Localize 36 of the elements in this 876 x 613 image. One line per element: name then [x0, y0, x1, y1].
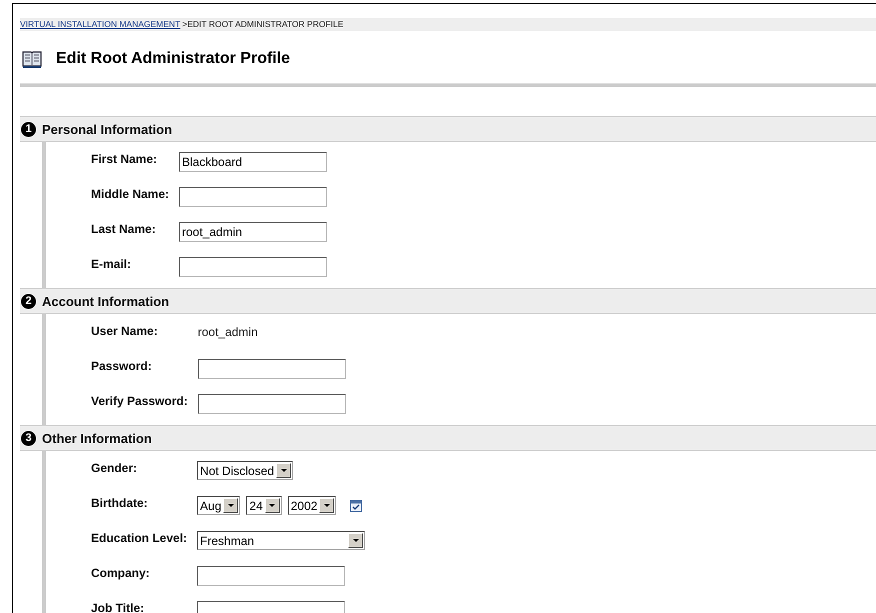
field-value: root_admin — [198, 324, 258, 338]
field-label: Verify Password: — [91, 394, 188, 408]
step-number-badge: 2 — [21, 294, 36, 308]
text-field[interactable] — [198, 394, 346, 414]
page-title: Edit Root Administrator Profile — [56, 50, 290, 68]
field-label: Company: — [91, 566, 151, 580]
field-label: Education Level: — [91, 530, 188, 544]
field-label: Job Title: — [91, 600, 146, 613]
step-number-badge: 3 — [21, 430, 36, 446]
step-number-badge: 1 — [21, 122, 36, 136]
text-field[interactable] — [197, 566, 346, 586]
section-title: Personal Information — [42, 122, 172, 136]
text-field[interactable] — [198, 358, 346, 378]
breadcrumb-link[interactable]: VIRTUAL INSTALLATION MANAGEMENT — [20, 18, 180, 31]
breadcrumb-current: >EDIT ROOT ADMINISTRATOR PROFILE — [182, 18, 344, 31]
field-label: Middle Name: — [91, 186, 170, 200]
field-label: Gender: — [91, 460, 138, 474]
dropdown[interactable]: Not Disclosed — [197, 461, 294, 480]
text-field[interactable] — [179, 186, 328, 206]
text-field[interactable] — [179, 256, 328, 276]
field-label: Birthdate: — [91, 496, 149, 510]
dropdown[interactable]: Freshman — [197, 531, 366, 550]
section-title: Account Information — [42, 294, 170, 308]
book-icon — [22, 50, 42, 68]
text-field[interactable]: root_admin — [179, 222, 328, 242]
field-label: E-mail: — [91, 256, 132, 270]
dropdown[interactable]: 24 — [246, 496, 282, 515]
dropdown[interactable]: Aug — [197, 496, 240, 515]
calendar-icon[interactable] — [350, 500, 362, 512]
section-title: Other Information — [42, 430, 152, 446]
field-label: Password: — [91, 358, 153, 372]
text-field[interactable]: Blackboard — [179, 152, 328, 172]
dropdown[interactable]: 2002 — [288, 496, 336, 515]
field-label: User Name: — [91, 324, 159, 338]
field-label: Last Name: — [91, 222, 157, 236]
field-label: First Name: — [91, 152, 158, 166]
